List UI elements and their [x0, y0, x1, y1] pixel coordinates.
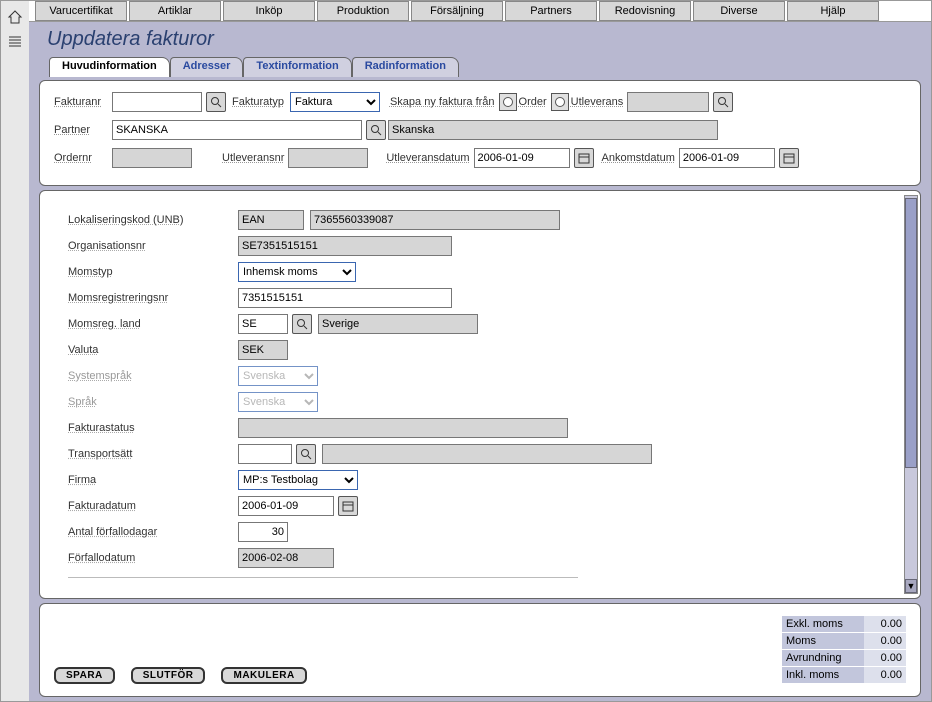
- sprak-label: Språk: [68, 396, 238, 408]
- valuta-label: Valuta: [68, 344, 238, 356]
- top-tab-produktion[interactable]: Produktion: [317, 1, 409, 21]
- calendar-icon[interactable]: [338, 496, 358, 516]
- lokal-type-field: [238, 210, 304, 230]
- inkl-label: Inkl. moms: [782, 667, 864, 684]
- home-icon[interactable]: [7, 9, 23, 28]
- utleverans-field: [627, 92, 709, 112]
- footer-panel: SPARA SLUTFÖR MAKULERA Exkl. moms0.00 Mo…: [39, 603, 921, 697]
- lokal-label: Lokaliseringskod (UNB): [68, 214, 238, 226]
- sprak-select: Svenska: [238, 392, 318, 412]
- forfallo-field: [238, 548, 334, 568]
- scroll-thumb[interactable]: [905, 198, 917, 468]
- sysspr-label: Systemspråk: [68, 370, 238, 382]
- momstyp-select[interactable]: Inhemsk moms: [238, 262, 356, 282]
- org-field: [238, 236, 452, 256]
- firma-label: Firma: [68, 474, 238, 486]
- slutfor-button[interactable]: SLUTFÖR: [131, 667, 206, 684]
- order-radio[interactable]: [499, 93, 517, 111]
- tab-huvudinformation[interactable]: Huvudinformation: [49, 57, 170, 77]
- utleverans-label: Utleverans: [571, 96, 624, 108]
- top-tab-forsaljning[interactable]: Försäljning: [411, 1, 503, 21]
- tab-radinformation[interactable]: Radinformation: [352, 57, 459, 77]
- separator: [68, 577, 578, 578]
- momsland-label: Momsreg. land: [68, 318, 238, 330]
- makulera-button[interactable]: MAKULERA: [221, 667, 306, 684]
- calendar-icon[interactable]: [574, 148, 594, 168]
- top-tab-partners[interactable]: Partners: [505, 1, 597, 21]
- tab-adresser[interactable]: Adresser: [170, 57, 244, 77]
- search-icon[interactable]: [713, 92, 733, 112]
- momstyp-label: Momstyp: [68, 266, 238, 278]
- lokal-val-field: [310, 210, 560, 230]
- momsland-name-field: [318, 314, 478, 334]
- trans-label: Transportsätt: [68, 448, 238, 460]
- scrollbar[interactable]: ▼: [904, 195, 918, 594]
- top-menu: Varucertifikat Artiklar Inköp Produktion…: [29, 1, 931, 22]
- fakturatyp-label: Fakturatyp: [232, 96, 284, 108]
- spara-button[interactable]: SPARA: [54, 667, 115, 684]
- moms-value: 0.00: [864, 633, 906, 650]
- utlevdatum-input[interactable]: [474, 148, 570, 168]
- scroll-down-icon[interactable]: ▼: [905, 579, 917, 593]
- calendar-icon[interactable]: [779, 148, 799, 168]
- ordernr-label: Ordernr: [54, 152, 112, 164]
- fdatum-input[interactable]: [238, 496, 334, 516]
- forfallo-label: Förfallodatum: [68, 552, 238, 564]
- utleverans-radio[interactable]: [551, 93, 569, 111]
- avr-label: Avrundning: [782, 650, 864, 667]
- exkl-label: Exkl. moms: [782, 616, 864, 633]
- fakturatyp-select[interactable]: Faktura: [290, 92, 380, 112]
- top-tab-varucertifikat[interactable]: Varucertifikat: [35, 1, 127, 21]
- firma-select[interactable]: MP:s Testbolag: [238, 470, 358, 490]
- search-icon[interactable]: [206, 92, 226, 112]
- partner-code-input[interactable]: [112, 120, 362, 140]
- tab-strip: Huvudinformation Adresser Textinformatio…: [39, 57, 921, 77]
- valuta-field: [238, 340, 288, 360]
- top-tab-artiklar[interactable]: Artiklar: [129, 1, 221, 21]
- fstatus-field: [238, 418, 568, 438]
- page-title: Uppdatera fakturor: [29, 22, 931, 55]
- momsreg-label: Momsregistreringsnr: [68, 292, 238, 304]
- totals: Exkl. moms0.00 Moms0.00 Avrundning0.00 I…: [782, 616, 906, 684]
- antal-label: Antal förfallodagar: [68, 526, 238, 538]
- search-icon[interactable]: [366, 120, 386, 140]
- org-label: Organisationsnr: [68, 240, 238, 252]
- top-tab-redovisning[interactable]: Redovisning: [599, 1, 691, 21]
- ankomst-input[interactable]: [679, 148, 775, 168]
- top-tab-inkop[interactable]: Inköp: [223, 1, 315, 21]
- skapa-label: Skapa ny faktura från: [390, 96, 495, 108]
- trans-code-input[interactable]: [238, 444, 292, 464]
- momsland-code-input[interactable]: [238, 314, 288, 334]
- search-icon[interactable]: [296, 444, 316, 464]
- form-panel: Lokaliseringskod (UNB) Organisationsnr M…: [39, 190, 921, 599]
- antal-input[interactable]: [238, 522, 288, 542]
- exkl-value: 0.00: [864, 616, 906, 633]
- inkl-value: 0.00: [864, 667, 906, 684]
- ordernr-field: [112, 148, 192, 168]
- search-icon[interactable]: [292, 314, 312, 334]
- top-tab-hjalp[interactable]: Hjälp: [787, 1, 879, 21]
- left-rail: [1, 1, 29, 701]
- fakturanr-input[interactable]: [112, 92, 202, 112]
- list-icon[interactable]: [7, 34, 23, 53]
- moms-label: Moms: [782, 633, 864, 650]
- sysspr-select: Svenska: [238, 366, 318, 386]
- order-label: Order: [519, 96, 547, 108]
- fdatum-label: Fakturadatum: [68, 500, 238, 512]
- fstatus-label: Fakturastatus: [68, 422, 238, 434]
- avr-value: 0.00: [864, 650, 906, 667]
- top-tab-diverse[interactable]: Diverse: [693, 1, 785, 21]
- header-panel: Fakturanr Fakturatyp Faktura Skapa ny fa…: [39, 80, 921, 186]
- utlevdatum-label: Utleveransdatum: [386, 152, 469, 164]
- utleveransnr-label: Utleveransnr: [222, 152, 284, 164]
- tab-textinformation[interactable]: Textinformation: [243, 57, 351, 77]
- momsreg-input[interactable]: [238, 288, 452, 308]
- trans-name-field: [322, 444, 652, 464]
- partner-name-field: [388, 120, 718, 140]
- utleveransnr-field: [288, 148, 368, 168]
- partner-label: Partner: [54, 124, 112, 136]
- ankomst-label: Ankomstdatum: [602, 152, 675, 164]
- fakturanr-label: Fakturanr: [54, 96, 112, 108]
